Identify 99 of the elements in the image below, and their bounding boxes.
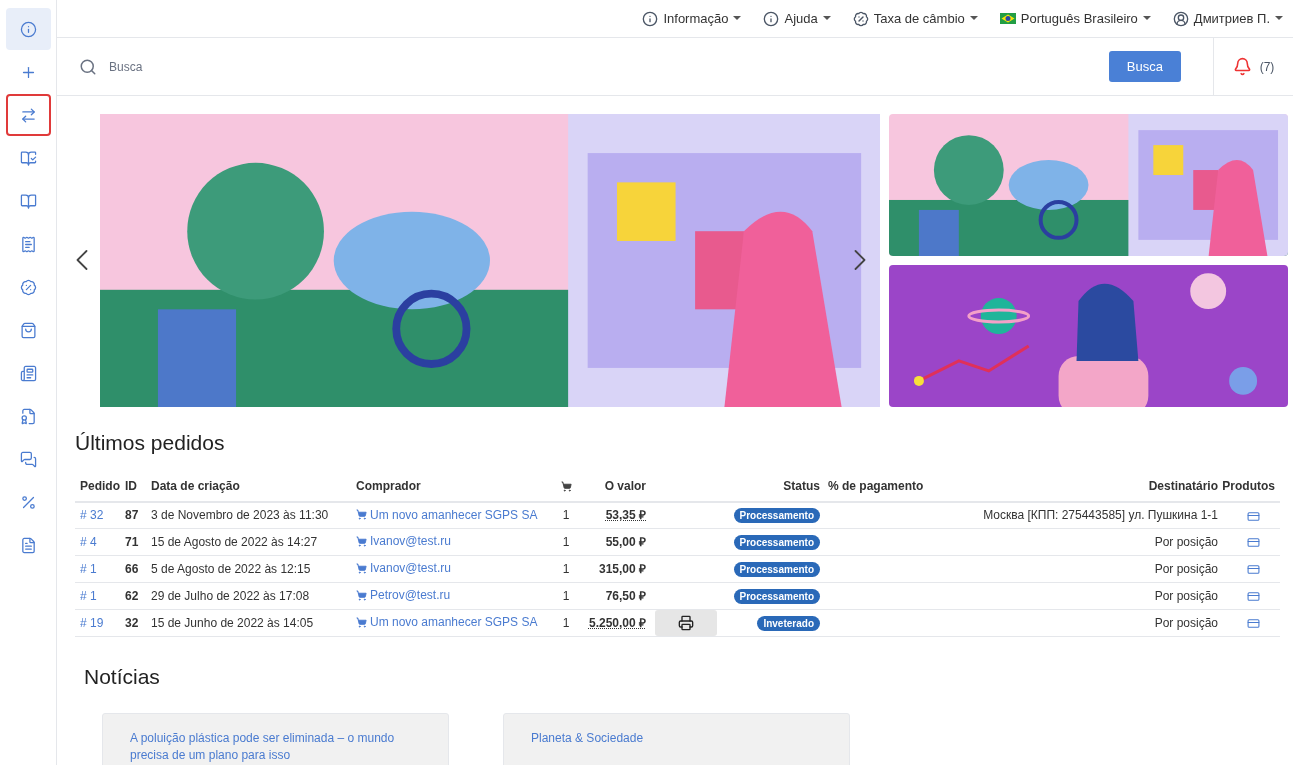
user-icon <box>1172 10 1189 27</box>
order-link[interactable]: # 1 <box>80 589 97 603</box>
search-icon <box>79 57 97 76</box>
order-date: 29 de Julho de 2022 às 17:08 <box>151 589 310 603</box>
cart-icon <box>356 562 367 574</box>
recipient: Por posição <box>1154 535 1218 549</box>
print-button[interactable] <box>655 610 717 636</box>
status-badge: Processamento <box>733 589 820 604</box>
quantity: 1 <box>562 616 570 630</box>
recipient: Por posição <box>1154 589 1218 603</box>
column-header: O valor <box>586 470 646 502</box>
products-icon[interactable] <box>1247 617 1260 631</box>
recipient: Por posição <box>1154 562 1218 576</box>
search-button[interactable]: Busca <box>1108 51 1181 82</box>
document-icon <box>19 536 37 554</box>
products-icon[interactable] <box>1247 563 1260 577</box>
cart-icon <box>560 480 572 492</box>
status-badge: Processamento <box>733 508 820 524</box>
column-header: Produtos <box>1218 470 1280 502</box>
buyer-link[interactable]: Um novo amanhecer SGPS SA <box>356 613 538 632</box>
products-icon[interactable] <box>1247 509 1260 523</box>
order-link[interactable]: # 19 <box>80 616 104 630</box>
news-link[interactable]: Planeta & Sociedade <box>531 729 822 747</box>
percent-icon <box>19 493 37 511</box>
info-icon <box>642 10 659 27</box>
menu-dropdown[interactable]: Informação <box>642 8 742 29</box>
quantity: 1 <box>562 562 570 576</box>
cart-icon <box>356 616 367 628</box>
recipient: Москва [КПП: 275443585] ул. Пушкина 1-1 <box>983 508 1218 523</box>
column-header: ID <box>125 470 151 502</box>
quantity: 1 <box>562 589 570 603</box>
open-book-icon <box>19 192 37 210</box>
caret-icon <box>1142 16 1151 21</box>
sidebar-button[interactable] <box>5 8 51 50</box>
percent-badge-icon <box>19 278 37 296</box>
order-id: 32 <box>125 616 139 630</box>
caret-icon <box>969 16 978 21</box>
column-header: Data de criação <box>151 470 356 502</box>
menu-dropdown[interactable]: Дмитриев П. <box>1172 8 1283 29</box>
order-value: 53,35 ₽ <box>605 508 646 523</box>
order-link[interactable]: # 1 <box>80 562 97 576</box>
caret-icon <box>822 16 831 21</box>
quantity: 1 <box>562 535 570 549</box>
order-date: 3 de Novembro de 2023 às 11:30 <box>151 508 329 523</box>
menu-dropdown[interactable]: Ajuda <box>763 8 831 29</box>
search-field[interactable]: Busca <box>109 57 1097 76</box>
caret-icon <box>733 16 742 21</box>
caret-icon <box>1275 16 1283 21</box>
cart-icon <box>356 589 367 601</box>
cart-icon <box>356 509 367 520</box>
bell-icon[interactable] <box>1232 57 1252 76</box>
bag-icon <box>19 321 37 339</box>
products-icon[interactable] <box>1247 590 1260 604</box>
buyer-link[interactable]: Um novo amanhecer SGPS SA <box>356 505 538 524</box>
menu-dropdown[interactable]: Taxa de câmbio <box>852 8 978 29</box>
order-value: 5.250,00 ₽ <box>588 616 646 630</box>
section-title: Notícias <box>84 664 161 690</box>
exchange-icon <box>19 106 37 124</box>
section-title: Últimos pedidos <box>75 430 226 456</box>
order-value: 315,00 ₽ <box>598 562 646 576</box>
order-value: 76,50 ₽ <box>605 589 646 603</box>
printer-icon <box>678 615 694 631</box>
status-badge: Processamento <box>733 535 820 550</box>
menu-dropdown[interactable]: Português Brasileiro <box>999 8 1151 29</box>
column-header: Pedido <box>75 470 125 502</box>
order-link[interactable]: # 4 <box>80 535 97 549</box>
order-value: 55,00 ₽ <box>605 535 646 549</box>
order-id: 87 <box>125 508 139 523</box>
quantity: 1 <box>562 508 570 523</box>
order-date: 5 de Agosto de 2022 às 12:15 <box>151 562 311 576</box>
receipt-icon <box>19 235 37 253</box>
flag-icon <box>999 13 1016 24</box>
newspaper-icon <box>19 364 37 382</box>
order-link[interactable]: # 32 <box>80 508 104 523</box>
info-icon <box>19 20 37 38</box>
buyer-link[interactable]: Petrov@test.ru <box>356 586 451 605</box>
cart-icon <box>356 535 367 547</box>
status-badge: Inveterado <box>757 616 820 631</box>
order-date: 15 de Junho de 2022 às 14:05 <box>151 616 314 630</box>
chat-icon <box>19 450 37 468</box>
buyer-link[interactable]: Ivanov@test.ru <box>356 532 451 551</box>
order-id: 62 <box>125 589 139 603</box>
book-icon <box>19 149 37 167</box>
news-link[interactable]: A poluição plástica pode ser eliminada – o mundo precisa de um plano para isso <box>130 729 421 764</box>
order-id: 66 <box>125 562 139 576</box>
percent-icon <box>852 10 869 27</box>
column-header: Status <box>726 470 820 502</box>
recipient: Por posição <box>1154 616 1218 630</box>
status-badge: Processamento <box>733 562 820 577</box>
order-date: 15 de Agosto de 2022 às 14:27 <box>151 535 318 549</box>
buyer-link[interactable]: Ivanov@test.ru <box>356 559 451 578</box>
column-header: Destinatário <box>941 470 1218 502</box>
order-id: 71 <box>125 535 139 549</box>
column-header: Comprador <box>356 470 546 502</box>
notification-count: (7) <box>1259 58 1275 76</box>
sidebar-button[interactable] <box>5 94 51 136</box>
info-icon <box>763 10 780 27</box>
products-icon[interactable] <box>1247 536 1260 550</box>
column-header: % de pagamento <box>820 470 942 502</box>
